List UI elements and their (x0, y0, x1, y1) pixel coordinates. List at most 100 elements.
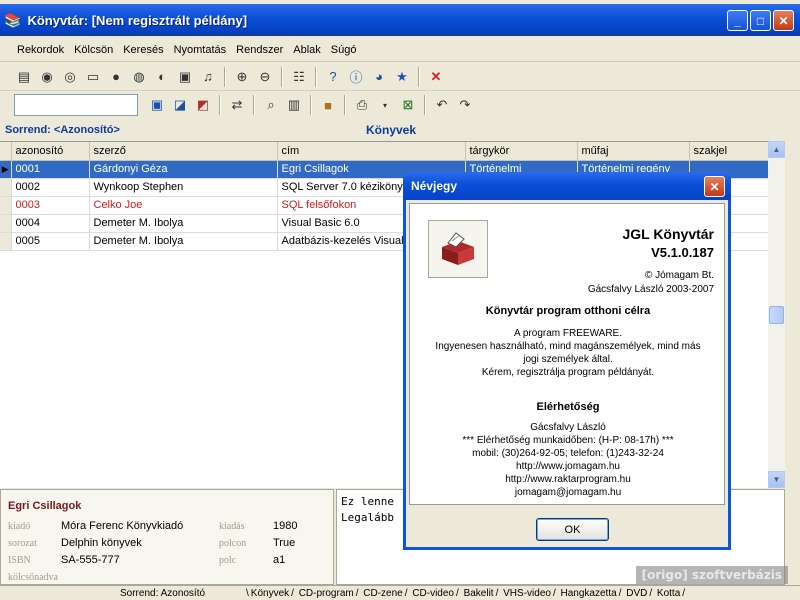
borrowers-icon[interactable]: ☷ (289, 67, 309, 87)
scroll-down-arrow-icon[interactable]: ▼ (768, 471, 785, 488)
dvd-icon[interactable]: ◐ (152, 67, 172, 87)
zoom-in-icon[interactable]: ⊕ (232, 67, 252, 87)
dialog-title: Névjegy (411, 179, 458, 193)
web-icon[interactable]: ◕ (369, 67, 389, 87)
cell-id: 0003 (11, 196, 90, 215)
edit-record-icon[interactable]: ◪ (170, 95, 190, 115)
redo-icon[interactable]: ↷ (455, 95, 475, 115)
column-header-azonosito[interactable]: azonosító (11, 142, 90, 161)
scroll-up-arrow-icon[interactable]: ▲ (768, 141, 785, 158)
window-title: Könyvtár: [Nem regisztrált példány] (27, 12, 248, 28)
column-header-targykor[interactable]: tárgykör (465, 142, 578, 161)
dialog-content: JGL Könyvtár V5.1.0.187 © Jómagam Bt. Gá… (409, 203, 725, 505)
print-dropdown-icon[interactable]: ▾ (375, 95, 395, 115)
undo-icon[interactable]: ↶ (432, 95, 452, 115)
freeware-line: Kérem, regisztrálja program példányát. (481, 367, 655, 378)
tape-icon[interactable]: ◍ (129, 67, 149, 87)
cell-id: 0001 (11, 160, 90, 179)
print-icon[interactable]: ⎙ (352, 95, 372, 115)
current-row-indicator: ▶ (0, 160, 12, 179)
dialog-company: © Jómagam Bt. (644, 270, 714, 281)
sort-label[interactable]: Sorrend: <Azonosító> (5, 124, 120, 136)
cell-author: Demeter M. Ibolya (89, 232, 278, 251)
menu-kolcson[interactable]: Kölcsön (69, 44, 118, 56)
column-header-cim[interactable]: cím (277, 142, 466, 161)
cassette-icon[interactable]: ▣ (175, 67, 195, 87)
tab-konyvek[interactable]: Könyvek (250, 588, 290, 599)
detail-title: Egri Csillagok (8, 500, 82, 512)
vinyl-icon[interactable]: ● (106, 67, 126, 87)
value-polcon: True (273, 537, 296, 549)
maximize-button[interactable]: □ (750, 10, 771, 31)
book-box-icon (428, 220, 488, 278)
sheet-music-icon[interactable]: ♫ (198, 67, 218, 87)
grid-title: Könyvek (366, 123, 417, 137)
delete-record-icon[interactable]: ◩ (193, 95, 213, 115)
cd-music-icon[interactable]: ◎ (60, 67, 80, 87)
grid-corner (0, 142, 12, 161)
video-icon[interactable]: ▭ (83, 67, 103, 87)
cell-id: 0002 (11, 178, 90, 197)
value-kiado: Móra Ferenc Könyvkiadó (61, 520, 184, 532)
status-sort: Sorrend: Azonosító (120, 587, 206, 599)
tab-hangkazetta[interactable]: Hangkazetta (560, 588, 618, 599)
catalog-icon[interactable]: ■ (318, 95, 338, 115)
window-titlebar[interactable]: 📚 Könyvtár: [Nem regisztrált példány] _ … (0, 4, 800, 36)
column-header-szakjel[interactable]: szakjel (689, 142, 769, 161)
help-icon[interactable]: ? (323, 67, 343, 87)
cell-author: Celko Joe (89, 196, 278, 215)
quick-search-input[interactable] (14, 94, 138, 116)
cd-program-icon[interactable]: ◉ (37, 67, 57, 87)
exit-icon[interactable]: ✕ (426, 67, 446, 87)
ok-button[interactable]: OK (536, 518, 609, 541)
new-record-icon[interactable]: ▣ (147, 95, 167, 115)
books-icon[interactable]: ▤ (14, 67, 34, 87)
menu-ablak[interactable]: Ablak (288, 44, 326, 56)
tab-bakelit[interactable]: Bakelit (463, 588, 495, 599)
cell-id: 0004 (11, 214, 90, 233)
info-icon[interactable]: ⓘ (346, 67, 366, 87)
search-binoculars-icon[interactable]: ⌕ (261, 95, 281, 115)
freeware-line: jogi személyek által. (523, 354, 613, 365)
tab-kotta[interactable]: Kotta (656, 588, 681, 599)
column-header-szerzo[interactable]: szerző (89, 142, 278, 161)
minimize-button[interactable]: _ (727, 10, 748, 31)
grid-vertical-scrollbar[interactable]: ▲ ▼ (768, 141, 785, 488)
favorite-star-icon[interactable]: ★ (392, 67, 412, 87)
row-indicator (0, 178, 12, 197)
zoom-out-icon[interactable]: ⊖ (255, 67, 275, 87)
contact-line: *** Elérhetőség munkaidőben: (H-P: 08-17… (462, 435, 674, 446)
menu-rendszer[interactable]: Rendszer (231, 44, 288, 56)
filter-icon[interactable]: ▥ (284, 95, 304, 115)
website-link[interactable]: http://www.jomagam.hu (410, 460, 726, 473)
column-header-mufaj[interactable]: műfaj (577, 142, 690, 161)
dialog-version: V5.1.0.187 (651, 245, 714, 260)
website-link[interactable]: http://www.raktarprogram.hu (410, 473, 726, 486)
label-polc: polc (219, 555, 237, 566)
toolbar-separator (253, 95, 255, 115)
menu-rekordok[interactable]: Rekordok (12, 44, 69, 56)
dialog-tagline: Könyvtár program otthoni célra (485, 305, 651, 317)
dialog-close-button[interactable]: ✕ (704, 176, 725, 197)
toolbar-separator (310, 95, 312, 115)
toolbar-separator (219, 95, 221, 115)
dialog-titlebar[interactable]: Névjegy (403, 172, 731, 200)
menu-bar: Rekordok Kölcsön Keresés Nyomtatás Rends… (0, 38, 800, 62)
tab-cd-zene[interactable]: CD-zene (362, 588, 403, 599)
tab-cd-program[interactable]: CD-program (298, 588, 355, 599)
tab-cd-video[interactable]: CD-video (411, 588, 455, 599)
tab-vhs-video[interactable]: VHS-video (502, 588, 552, 599)
close-button[interactable]: ✕ (773, 10, 794, 31)
label-kolcsonadva: kölcsönadva (8, 572, 58, 583)
freeware-line: Ingyenesen használható, mind magánszemél… (435, 341, 701, 352)
toolbar-separator (424, 95, 426, 115)
excel-export-icon[interactable]: ⊠ (398, 95, 418, 115)
toolbar-separator (344, 95, 346, 115)
scroll-thumb[interactable] (769, 306, 784, 324)
tab-dvd[interactable]: DVD (625, 588, 648, 599)
menu-sugo[interactable]: Súgó (326, 44, 362, 56)
menu-nyomtatas[interactable]: Nyomtatás (169, 44, 232, 56)
lend-icon[interactable]: ⇄ (227, 95, 247, 115)
email-link[interactable]: jomagam@jomagam.hu (410, 486, 726, 499)
menu-kereses[interactable]: Keresés (118, 44, 168, 56)
